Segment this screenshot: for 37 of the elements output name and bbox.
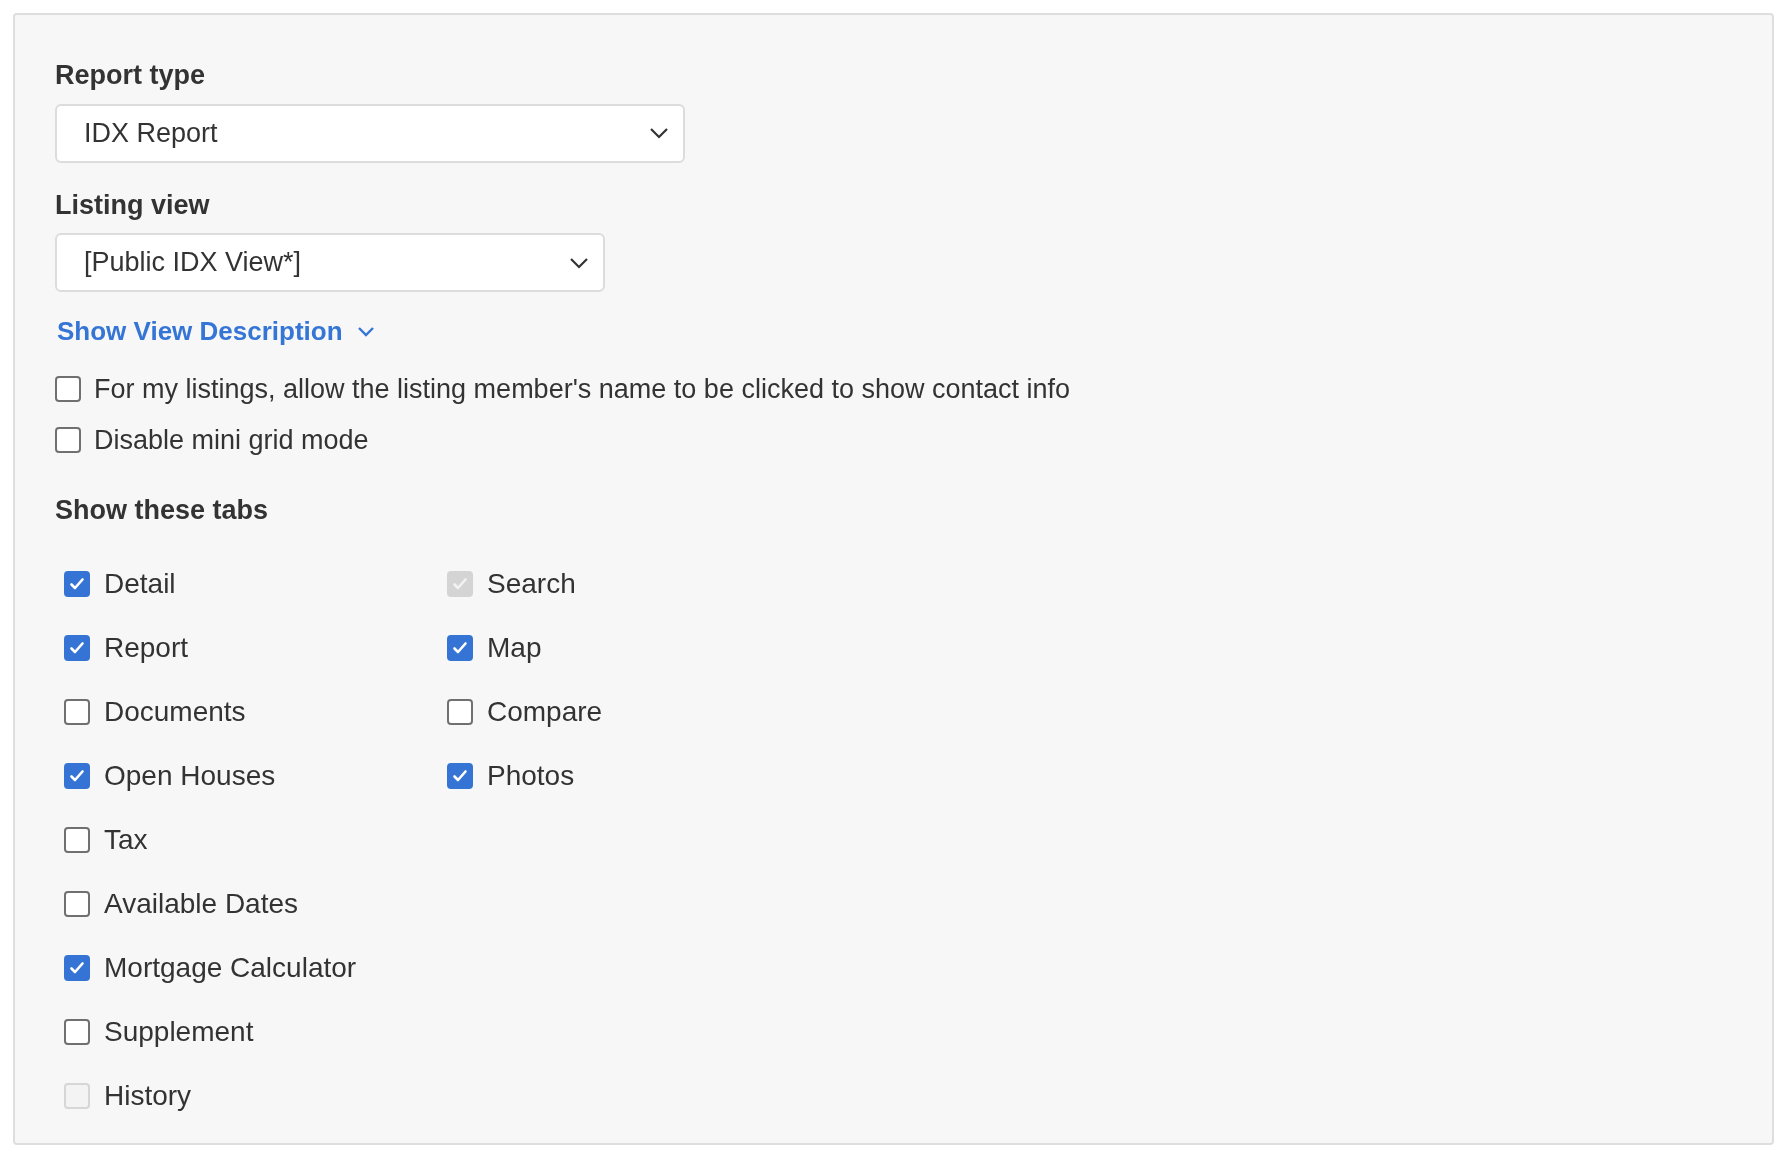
section-heading: Show these tabs — [55, 494, 270, 527]
checkbox-label: Mortgage Calculator — [104, 950, 357, 985]
checkbox[interactable] — [64, 634, 90, 661]
chevron-down-icon — [649, 127, 669, 139]
dropdown-select[interactable]: IDX Report — [55, 103, 685, 163]
checkbox[interactable] — [64, 954, 90, 981]
checkbox-label: Open Houses — [104, 758, 276, 793]
chevron-down-icon — [569, 256, 589, 269]
checkbox-label: Available Dates — [104, 886, 299, 921]
checkbox-label: Documents — [104, 694, 246, 729]
checkbox-label: Map — [487, 630, 542, 665]
checkbox-label: Disable mini grid mode — [94, 423, 369, 457]
checkbox-label: Tax — [104, 822, 148, 857]
checkbox-label: Detail — [104, 566, 176, 601]
field-label: Listing view — [55, 188, 211, 222]
show-description-link[interactable]: Show View Description — [57, 312, 375, 351]
checkbox-label: Compare — [487, 694, 603, 729]
checkbox-label: Search — [487, 566, 576, 601]
checkbox[interactable] — [64, 826, 90, 853]
dropdown-select[interactable]: [Public IDX View*] — [55, 233, 605, 292]
checkbox-label: History — [104, 1078, 192, 1113]
checkbox-label: Report — [104, 630, 189, 665]
checkbox-label: Photos — [487, 758, 575, 793]
checkbox-label: For my listings, allow the listing member's name to be clicked to show contact info — [94, 373, 1071, 406]
checkbox[interactable] — [447, 762, 473, 789]
checkbox[interactable] — [64, 890, 90, 917]
field-label: Report type — [55, 59, 207, 92]
checkbox-label: Supplement — [104, 1014, 254, 1049]
checkbox[interactable] — [447, 698, 473, 725]
chevron-icon — [356, 326, 375, 337]
checkbox[interactable] — [64, 1018, 90, 1045]
checkbox[interactable] — [55, 376, 81, 403]
checkbox[interactable] — [64, 698, 90, 725]
checkbox[interactable] — [64, 570, 90, 597]
checkbox[interactable] — [64, 762, 90, 789]
checkbox[interactable] — [55, 426, 81, 453]
checkbox[interactable] — [447, 634, 473, 661]
